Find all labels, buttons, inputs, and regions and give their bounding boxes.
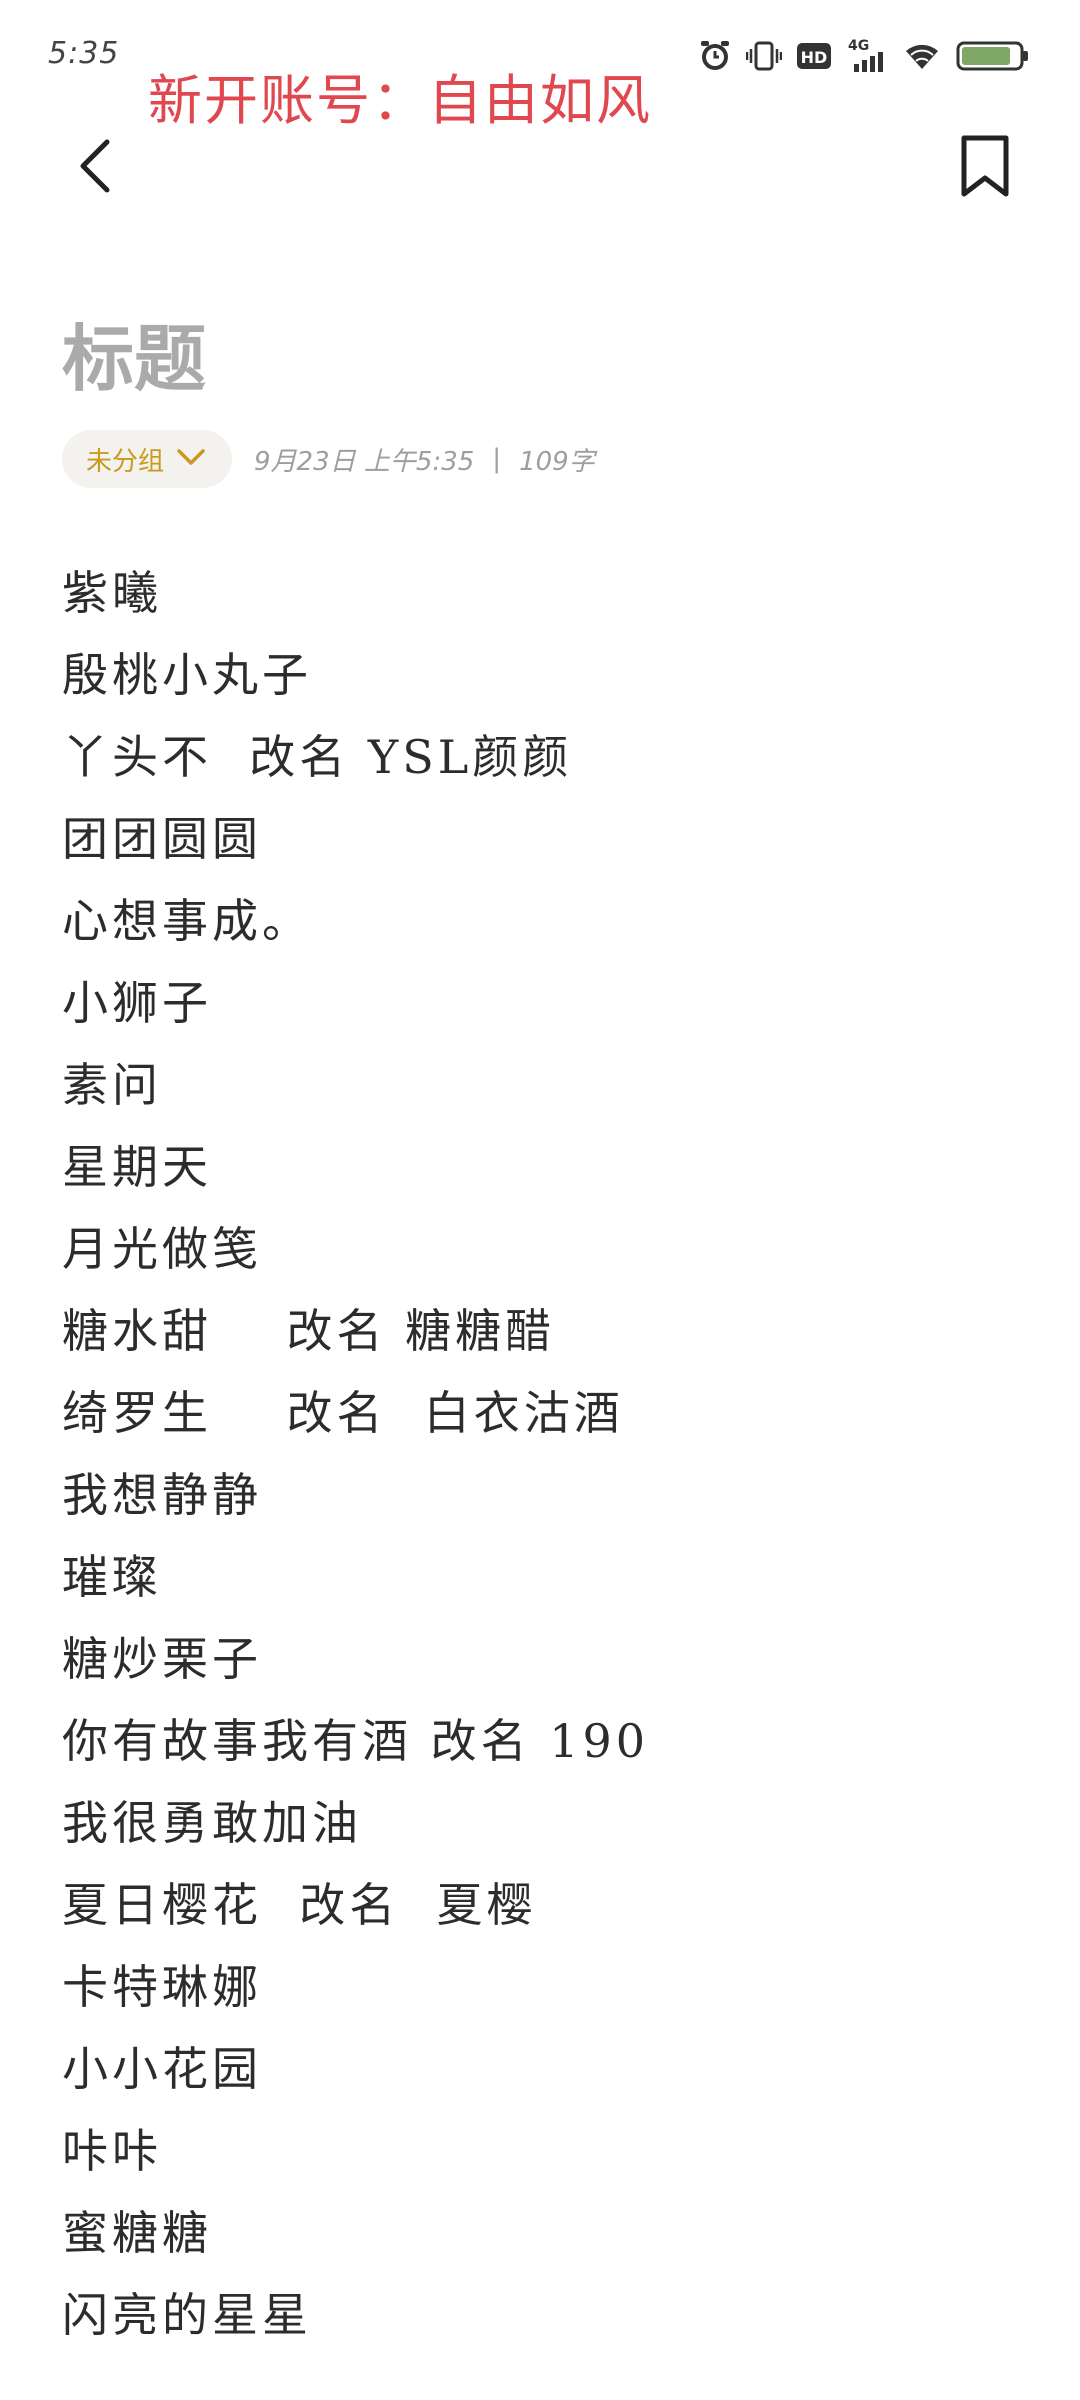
bookmark-icon — [958, 134, 1012, 202]
note-line: 卡特琳娜 — [62, 1960, 262, 2014]
note-date: 9月23日 上午5:35 — [254, 446, 475, 477]
back-button[interactable] — [60, 128, 130, 208]
note-line: 蜜糖糖 — [62, 2206, 212, 2260]
status-icons: HD 4G — [698, 34, 1030, 78]
note-body[interactable]: 紫曦 殷桃小丸子 丫头不 改名 YSL颜颜 团团圆圆 心想事成。 小狮子 素问 … — [62, 552, 649, 2356]
group-label: 未分组 — [86, 446, 165, 477]
chevron-down-icon — [176, 444, 206, 474]
hd-label: HD — [801, 48, 828, 67]
chevron-left-icon — [75, 136, 115, 200]
note-line: 我想静静 — [62, 1468, 262, 1522]
overlay-caption: 新开账号：自由如风 — [148, 71, 652, 131]
note-line: 糖水甜 改名 糖糖醋 — [62, 1304, 556, 1358]
status-time: 5:35 — [48, 36, 120, 71]
note-line: 素问 — [62, 1058, 162, 1112]
network-label: 4G — [848, 38, 869, 54]
note-line: 咔咔 — [62, 2124, 162, 2178]
word-count: 109字 — [519, 446, 595, 477]
wifi-icon — [902, 39, 942, 73]
note-title-input[interactable]: 标题 — [62, 300, 206, 405]
note-line: 心想事成。 — [62, 894, 312, 948]
note-line: 你有故事我有酒 改名 190 — [62, 1714, 650, 1768]
note-line: 璀璨 — [62, 1550, 162, 1604]
battery-icon — [956, 39, 1030, 73]
note-line: 闪亮的星星 — [62, 2288, 312, 2342]
note-line: 糖炒栗子 — [62, 1632, 262, 1686]
note-line: 星期天 — [62, 1140, 212, 1194]
note-line: 殷桃小丸子 — [62, 648, 312, 702]
group-selector[interactable]: 未分组 — [62, 430, 233, 488]
note-line: 团团圆圆 — [62, 812, 262, 866]
vibrate-icon — [746, 39, 782, 73]
note-line: 丫头不 改名 YSL颜颜 — [62, 730, 573, 784]
note-line: 绮罗生 改名 白衣沽酒 — [62, 1386, 624, 1440]
hd-icon: HD — [796, 39, 832, 73]
note-meta-row: 未分组 9月23日 上午5:35 | 109字 — [62, 430, 595, 488]
alarm-icon — [698, 39, 732, 73]
note-line: 月光做笺 — [62, 1222, 262, 1276]
note-line: 我很勇敢加油 — [62, 1796, 362, 1850]
note-screen: 5:35 HD 4G 新开账号：自由如风 标题 未分组 9月23日 上午5:35… — [0, 0, 1080, 2400]
meta-separator: | — [492, 444, 502, 474]
note-line: 小狮子 — [62, 976, 212, 1030]
note-line: 紫曦 — [62, 566, 162, 620]
note-line: 小小花园 — [62, 2042, 262, 2096]
note-line: 夏日樱花 改名 夏樱 — [62, 1878, 537, 1932]
signal-icon: 4G — [846, 36, 888, 76]
bookmark-button[interactable] — [950, 128, 1020, 208]
